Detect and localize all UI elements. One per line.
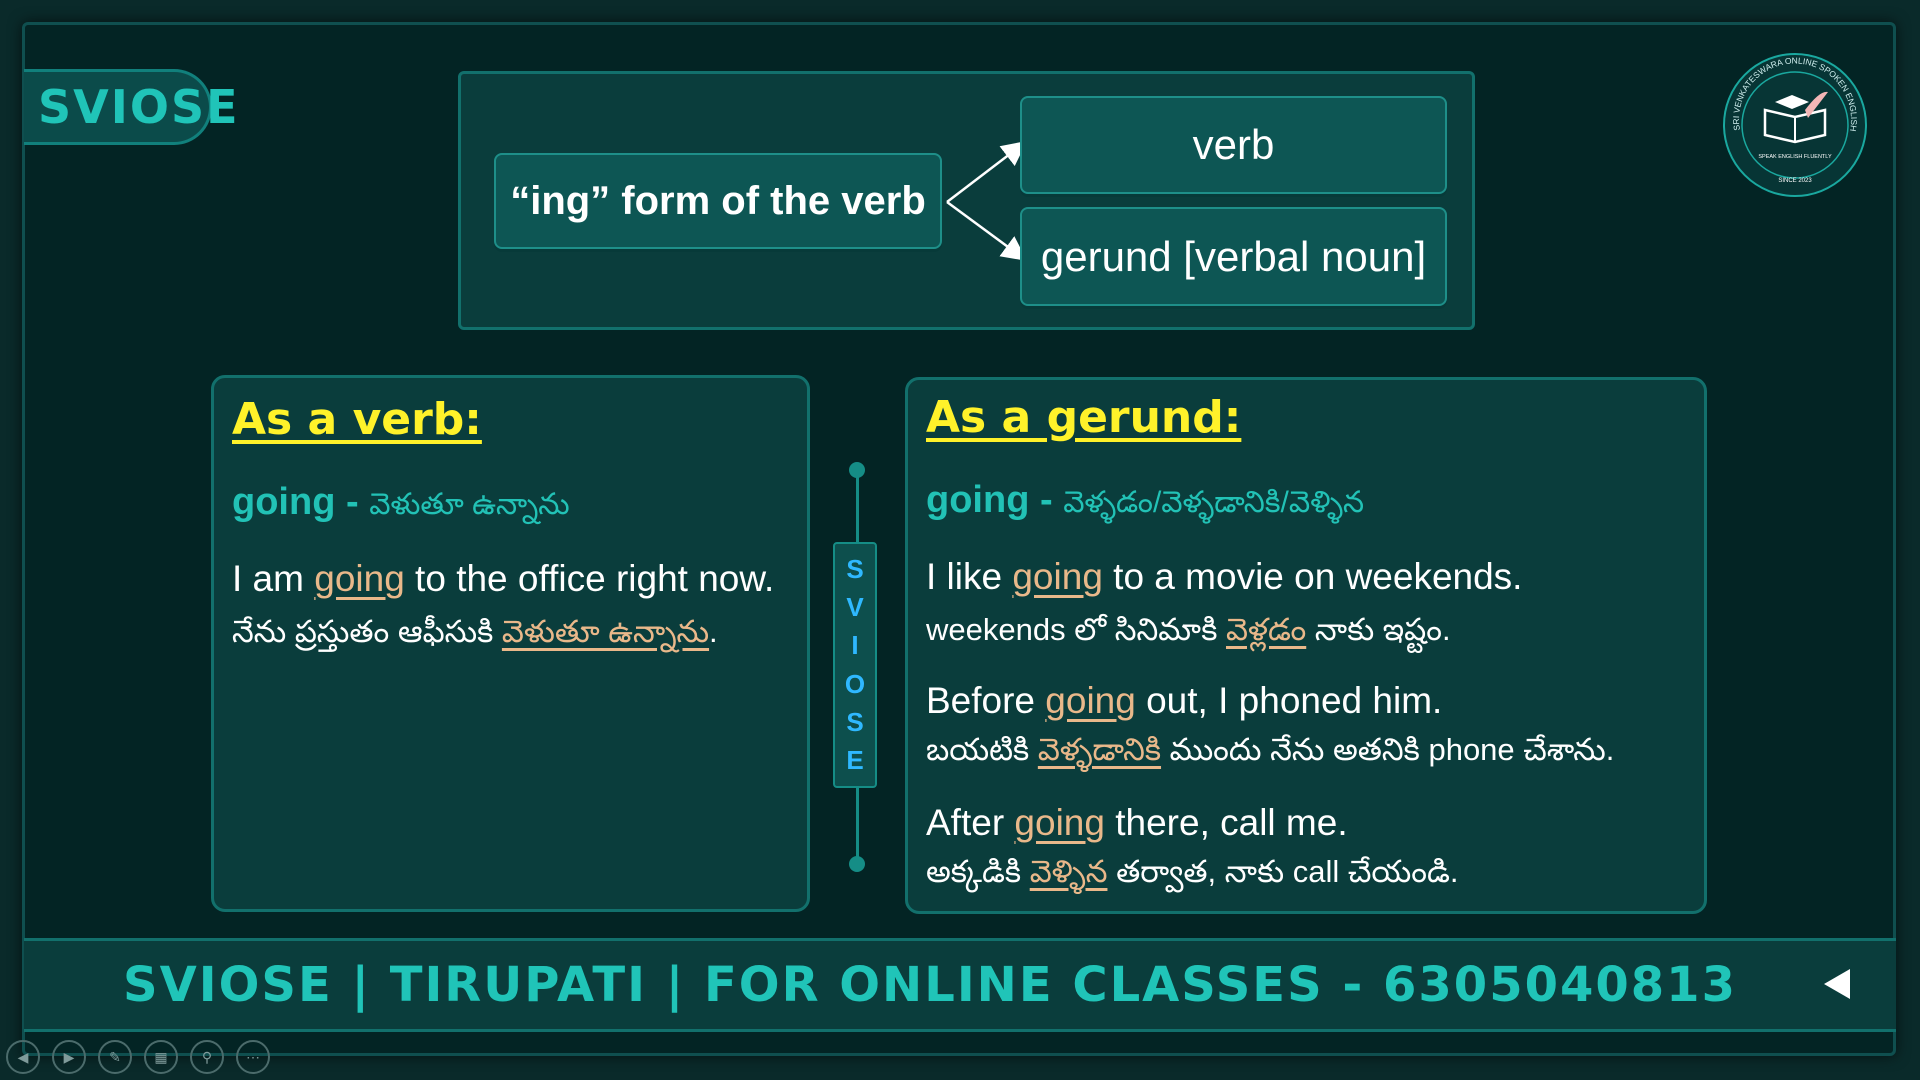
gerund-example-3-telugu: అక్కడికి వెళ్ళిన తర్వాత, నాకు call చేయండ… — [926, 854, 1459, 889]
vertical-brand-label: S V I O S E — [833, 542, 877, 788]
verb-meaning: వెళుతూ ఉన్నాను — [369, 488, 570, 521]
divider-top-dot — [849, 462, 865, 478]
brand-tab-label: SVIOSE — [38, 80, 240, 134]
slides-icon[interactable]: ▦ — [144, 1040, 178, 1074]
gerund-card-heading: As a gerund: — [926, 392, 1242, 443]
branch-arrows-icon — [946, 140, 1028, 261]
gerund-meaning-line: going - వెళ్ళడం/వెళ్ళడానికి/వెళ్ళిన — [926, 479, 1365, 521]
ing-form-box: “ing” form of the verb — [494, 153, 942, 249]
footer-bar: SVIOSE | TIRUPATI | FOR ONLINE CLASSES -… — [24, 938, 1896, 1032]
gerund-example-3-english: After going there, call me. — [926, 802, 1348, 843]
school-logo: SRI VENKATESWARA ONLINE SPOKEN ENGLISH S… — [1720, 50, 1867, 197]
divider-bottom-dot — [849, 856, 865, 872]
next-icon[interactable]: ▶ — [52, 1040, 86, 1074]
gerund-label: gerund [verbal noun] — [1040, 232, 1427, 280]
gerund-card: As a gerund: going - వెళ్ళడం/వెళ్ళడానికి… — [905, 377, 1707, 914]
logo-since: SINCE 2023 — [1778, 178, 1812, 184]
more-icon[interactable]: ⋯ — [236, 1040, 270, 1074]
gerund-example-1-english: I like going to a movie on weekends. — [926, 556, 1523, 597]
verb-word: going — [232, 481, 336, 523]
concept-panel: “ing” form of the verb verb gerund [verb… — [458, 71, 1475, 330]
verb-box: verb — [1020, 96, 1447, 194]
verb-meaning-line: going - వెళుతూ ఉన్నాను — [232, 481, 570, 523]
previous-icon[interactable]: ◀ — [6, 1040, 40, 1074]
verb-label: verb — [1192, 121, 1275, 168]
logo-tagline: SPEAK ENGLISH FLUENTLY — [1758, 154, 1832, 160]
presentation-toolbar: ◀ ▶ ✎ ▦ ⚲ ⋯ — [6, 1040, 270, 1074]
brand-tab: SVIOSE — [24, 69, 238, 145]
gerund-box: gerund [verbal noun] — [1020, 207, 1447, 306]
play-triangle-icon[interactable] — [1822, 967, 1852, 1001]
footer-text: SVIOSE | TIRUPATI | FOR ONLINE CLASSES -… — [123, 957, 1737, 1013]
gerund-example-2-telugu: బయటికి వెళ్ళడానికి ముందు నేను అతనికి pho… — [926, 732, 1615, 767]
gerund-word: going — [926, 479, 1030, 521]
gerund-example-1-telugu: weekends లో సినిమాకి వెళ్లడం నాకు ఇష్టం. — [926, 612, 1451, 647]
ing-form-label: “ing” form of the verb — [510, 178, 926, 223]
verb-card: As a verb: going - వెళుతూ ఉన్నాను I am g… — [211, 375, 810, 912]
gerund-example-2-english: Before going out, I phoned him. — [926, 680, 1443, 721]
verb-card-heading: As a verb: — [232, 394, 482, 445]
verb-example-english: I am going to the office right now. — [232, 558, 775, 599]
zoom-icon[interactable]: ⚲ — [190, 1040, 224, 1074]
gerund-meaning: వెళ్ళడం/వెళ్ళడానికి/వెళ్ళిన — [1063, 486, 1365, 519]
pen-icon[interactable]: ✎ — [98, 1040, 132, 1074]
verb-example-telugu: నేను ప్రస్తుతం ఆఫీసుకి వెళుతూ ఉన్నాను. — [232, 614, 718, 649]
